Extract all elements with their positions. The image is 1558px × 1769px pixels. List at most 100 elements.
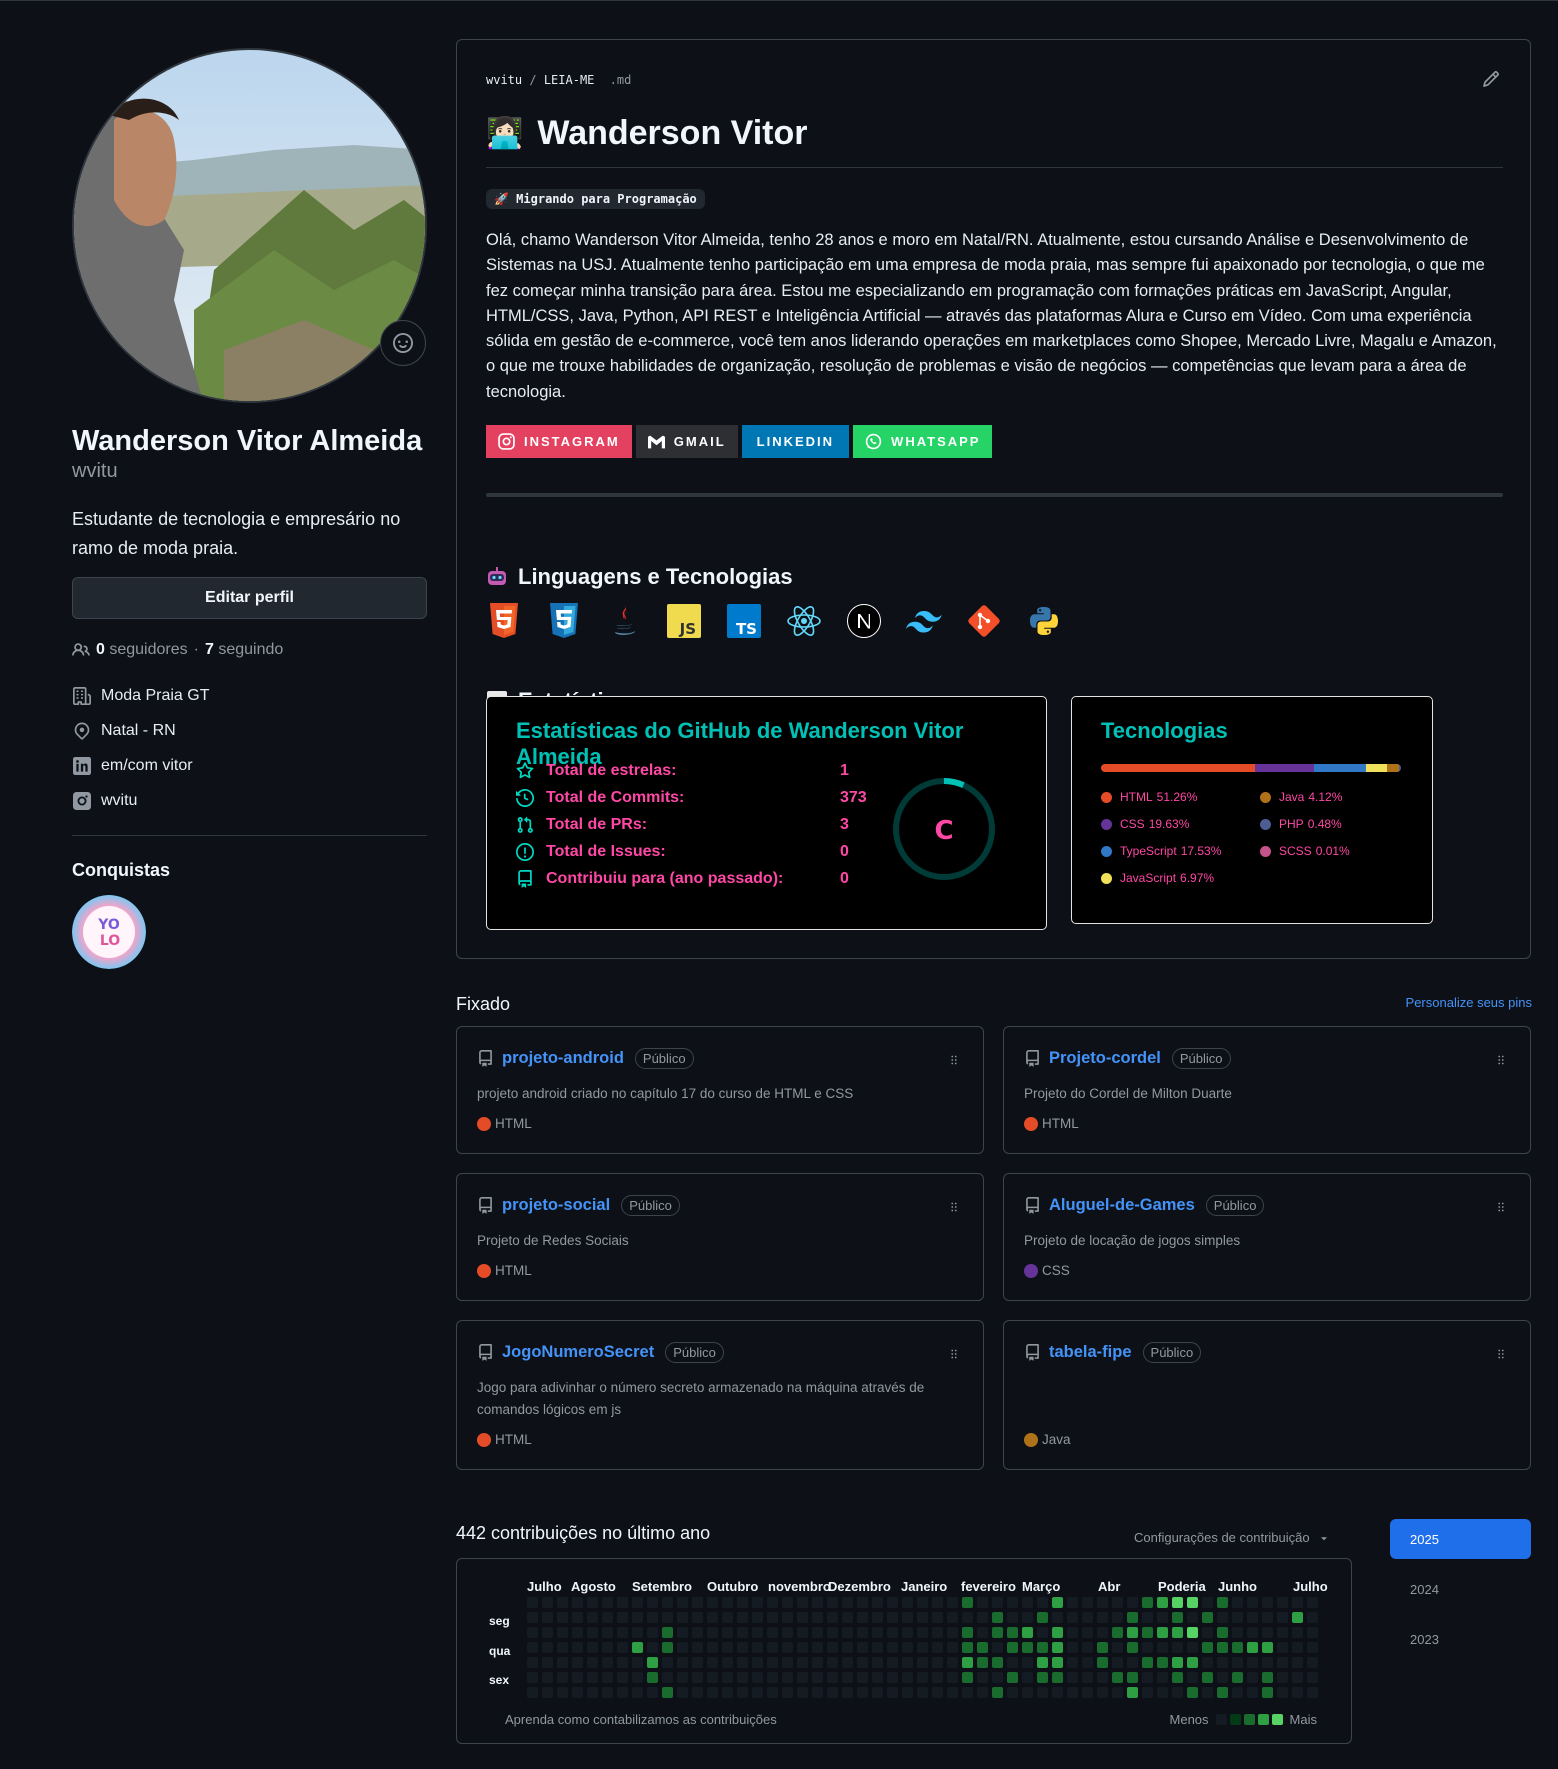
- contribution-day[interactable]: [602, 1642, 613, 1653]
- avatar[interactable]: [72, 48, 427, 403]
- contribution-day[interactable]: [962, 1612, 973, 1623]
- contribution-day[interactable]: [1247, 1642, 1258, 1653]
- contribution-day[interactable]: [947, 1627, 958, 1638]
- contribution-day[interactable]: [812, 1672, 823, 1683]
- contribution-day[interactable]: [1217, 1657, 1228, 1668]
- contribution-day[interactable]: [1127, 1612, 1138, 1623]
- contribution-day[interactable]: [692, 1642, 703, 1653]
- contribution-day[interactable]: [1112, 1597, 1123, 1608]
- contribution-day[interactable]: [527, 1627, 538, 1638]
- contribution-day[interactable]: [1247, 1627, 1258, 1638]
- contribution-day[interactable]: [947, 1642, 958, 1653]
- contribution-day[interactable]: [1157, 1627, 1168, 1638]
- contribution-day[interactable]: [1007, 1657, 1018, 1668]
- contribution-day[interactable]: [587, 1642, 598, 1653]
- contribution-day[interactable]: [707, 1597, 718, 1608]
- contribution-day[interactable]: [1007, 1687, 1018, 1698]
- contribution-day[interactable]: [692, 1672, 703, 1683]
- contribution-day[interactable]: [947, 1612, 958, 1623]
- contribution-day[interactable]: [662, 1672, 673, 1683]
- contribution-day[interactable]: [932, 1672, 943, 1683]
- contribution-day[interactable]: [1127, 1672, 1138, 1683]
- contribution-day[interactable]: [707, 1642, 718, 1653]
- contribution-day[interactable]: [1247, 1597, 1258, 1608]
- contribution-day[interactable]: [527, 1612, 538, 1623]
- contribution-day[interactable]: [542, 1672, 553, 1683]
- contribution-day[interactable]: [542, 1642, 553, 1653]
- contribution-day[interactable]: [1112, 1672, 1123, 1683]
- contribution-day[interactable]: [887, 1687, 898, 1698]
- pinned-repo-name[interactable]: projeto-social: [502, 1196, 610, 1215]
- contribution-day[interactable]: [1232, 1687, 1243, 1698]
- contribution-day[interactable]: [1022, 1642, 1033, 1653]
- contribution-day[interactable]: [542, 1657, 553, 1668]
- contribution-day[interactable]: [992, 1597, 1003, 1608]
- contribution-day[interactable]: [662, 1642, 673, 1653]
- contribution-day[interactable]: [932, 1687, 943, 1698]
- contribution-day[interactable]: [1247, 1612, 1258, 1623]
- contribution-day[interactable]: [707, 1612, 718, 1623]
- contribution-day[interactable]: [1187, 1642, 1198, 1653]
- contribution-day[interactable]: [647, 1657, 658, 1668]
- contribution-day[interactable]: [1067, 1657, 1078, 1668]
- contribution-day[interactable]: [632, 1627, 643, 1638]
- contribution-day[interactable]: [1217, 1627, 1228, 1638]
- contribution-day[interactable]: [722, 1687, 733, 1698]
- drag-handle-icon[interactable]: [1494, 1200, 1508, 1217]
- contribution-day[interactable]: [797, 1657, 808, 1668]
- contribution-day[interactable]: [1277, 1657, 1288, 1668]
- contribution-day[interactable]: [767, 1642, 778, 1653]
- contribution-day[interactable]: [1232, 1597, 1243, 1608]
- contribution-day[interactable]: [1142, 1612, 1153, 1623]
- contribution-day[interactable]: [1067, 1612, 1078, 1623]
- contribution-day[interactable]: [617, 1627, 628, 1638]
- contribution-day[interactable]: [992, 1657, 1003, 1668]
- contribution-day[interactable]: [1262, 1657, 1273, 1668]
- contribution-day[interactable]: [827, 1612, 838, 1623]
- contribution-day[interactable]: [797, 1687, 808, 1698]
- contribution-day[interactable]: [827, 1672, 838, 1683]
- contribution-day[interactable]: [587, 1672, 598, 1683]
- contribution-day[interactable]: [977, 1642, 988, 1653]
- pinned-repo-name[interactable]: Aluguel-de-Games: [1049, 1196, 1195, 1215]
- contribution-day[interactable]: [767, 1612, 778, 1623]
- contribution-day[interactable]: [1172, 1642, 1183, 1653]
- contribution-day[interactable]: [677, 1687, 688, 1698]
- contribution-day[interactable]: [932, 1642, 943, 1653]
- contribution-day[interactable]: [872, 1672, 883, 1683]
- contribution-day[interactable]: [1052, 1657, 1063, 1668]
- contribution-day[interactable]: [857, 1687, 868, 1698]
- contribution-day[interactable]: [647, 1597, 658, 1608]
- contribution-day[interactable]: [722, 1597, 733, 1608]
- contribution-day[interactable]: [1202, 1627, 1213, 1638]
- contribution-day[interactable]: [1127, 1597, 1138, 1608]
- readme-path-user[interactable]: wvitu: [486, 73, 522, 87]
- pinned-repo-name[interactable]: tabela-fipe: [1049, 1343, 1132, 1362]
- contribution-day[interactable]: [557, 1627, 568, 1638]
- contribution-day[interactable]: [992, 1687, 1003, 1698]
- contribution-day[interactable]: [1082, 1597, 1093, 1608]
- contribution-day[interactable]: [902, 1612, 913, 1623]
- contribution-day[interactable]: [1082, 1612, 1093, 1623]
- contribution-day[interactable]: [1007, 1612, 1018, 1623]
- contribution-day[interactable]: [1157, 1612, 1168, 1623]
- contribution-day[interactable]: [1007, 1627, 1018, 1638]
- contribution-day[interactable]: [1082, 1627, 1093, 1638]
- contribution-day[interactable]: [722, 1612, 733, 1623]
- contribution-day[interactable]: [1037, 1627, 1048, 1638]
- linkedin-badge[interactable]: LINKEDIN: [741, 425, 850, 458]
- contribution-day[interactable]: [602, 1672, 613, 1683]
- learn-contributions-link[interactable]: Aprenda como contabilizamos as contribui…: [505, 1712, 777, 1727]
- contribution-day[interactable]: [887, 1612, 898, 1623]
- contribution-day[interactable]: [812, 1642, 823, 1653]
- contribution-day[interactable]: [737, 1612, 748, 1623]
- contribution-day[interactable]: [857, 1597, 868, 1608]
- contribution-day[interactable]: [722, 1627, 733, 1638]
- contribution-day[interactable]: [647, 1642, 658, 1653]
- contribution-day[interactable]: [1022, 1657, 1033, 1668]
- contribution-day[interactable]: [632, 1642, 643, 1653]
- contribution-day[interactable]: [872, 1687, 883, 1698]
- drag-handle-icon[interactable]: [947, 1053, 961, 1070]
- contribution-day[interactable]: [1097, 1642, 1108, 1653]
- contribution-day[interactable]: [752, 1597, 763, 1608]
